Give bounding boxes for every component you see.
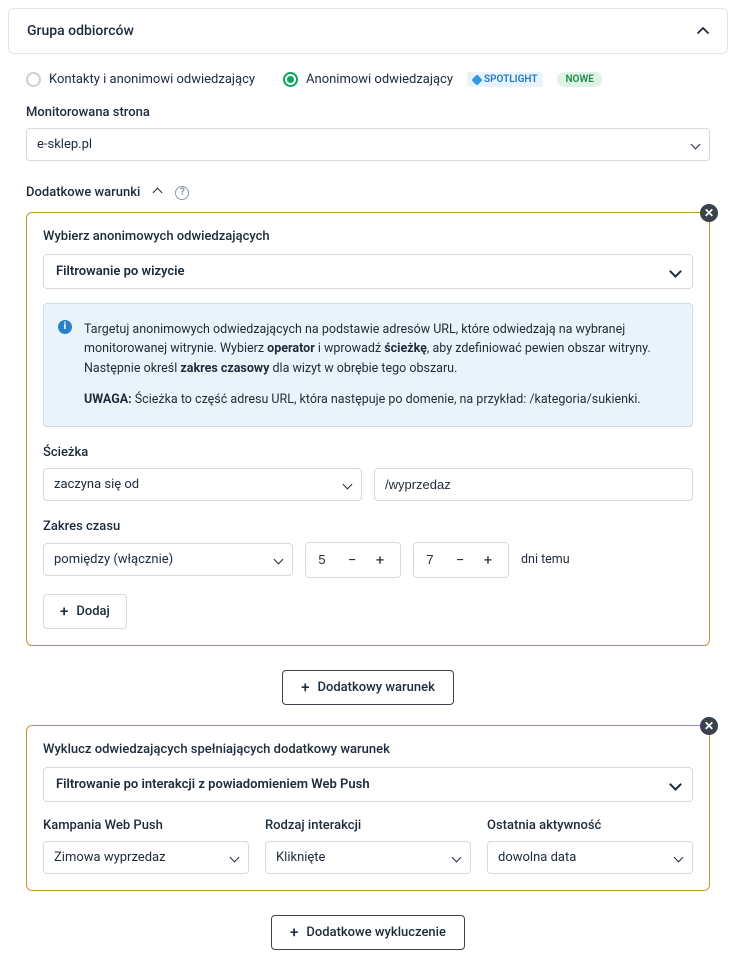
campaign-select[interactable]: Zimowa wyprzedaz <box>43 841 249 874</box>
time-unit-label: dni temu <box>521 552 570 567</box>
chevron-down-icon <box>274 555 284 565</box>
info-text-1: Targetuj anonimowych odwiedzających na p… <box>84 320 676 378</box>
select-value: Filtrowanie po wizycie <box>56 264 185 279</box>
radio-label: Anonimowi odwiedzający <box>306 72 453 87</box>
add-condition-button[interactable]: + Dodatkowy warunek <box>282 670 454 705</box>
collapse-toggle[interactable] <box>153 188 163 198</box>
campaign-label: Kampania Web Push <box>43 818 249 833</box>
radio-label: Kontakty i anonimowi odwiedzający <box>49 72 255 87</box>
path-operator-select[interactable]: zaczyna się od <box>43 468 362 501</box>
exclude-title: Wyklucz odwiedzających spełniających dod… <box>43 742 693 757</box>
monitored-site-label: Monitorowana strona <box>26 105 710 120</box>
time-range-label: Zakres czasu <box>43 519 693 534</box>
include-filter-select[interactable]: Filtrowanie po wizycie <box>43 254 693 289</box>
additional-conditions-header: Dodatkowe warunki ? <box>26 185 728 200</box>
chevron-up-icon <box>697 25 709 37</box>
select-value: dowolna data <box>498 850 576 865</box>
chevron-down-icon <box>230 852 240 862</box>
time-from-stepper: − + <box>305 542 401 578</box>
plus-icon: + <box>60 604 68 619</box>
select-value: Kliknięte <box>276 850 325 865</box>
path-label: Ścieżka <box>43 445 693 460</box>
radio-anon-only[interactable]: Anonimowi odwiedzający SPOTLIGHT NOWE <box>283 72 602 87</box>
monitored-site-select[interactable]: e-sklep.pl <box>26 128 710 161</box>
plus-icon: + <box>301 680 309 695</box>
time-from-input[interactable] <box>306 543 338 577</box>
add-path-button[interactable]: + Dodaj <box>43 594 127 629</box>
radio-icon <box>26 72 41 87</box>
plus-icon: + <box>290 925 298 940</box>
monitored-site-block: Monitorowana strona e-sklep.pl <box>8 105 728 161</box>
button-label: Dodatkowe wykluczenie <box>306 925 446 940</box>
time-to-stepper: − + <box>413 542 509 578</box>
chevron-down-icon <box>691 140 701 150</box>
panel-title: Grupa odbiorców <box>27 23 134 39</box>
include-title: Wybierz anonimowych odwiedzających <box>43 229 693 244</box>
stepper-minus[interactable]: − <box>338 543 366 577</box>
interaction-type-label: Rodzaj interakcji <box>265 818 471 833</box>
close-icon[interactable]: ✕ <box>700 717 718 735</box>
radio-icon <box>283 72 298 87</box>
last-activity-select[interactable]: dowolna data <box>487 841 693 874</box>
spotlight-badge: SPOTLIGHT <box>467 72 543 87</box>
stepper-plus[interactable]: + <box>474 543 502 577</box>
condition-exclude-box: ✕ Wyklucz odwiedzających spełniających d… <box>26 725 710 891</box>
select-value: zaczyna się od <box>54 477 139 492</box>
button-label: Dodatkowy warunek <box>317 680 434 695</box>
chevron-down-icon <box>669 265 682 278</box>
radio-contacts-and-anon[interactable]: Kontakty i anonimowi odwiedzający <box>26 72 255 87</box>
info-text-2: UWAGA: Ścieżka to część adresu URL, któr… <box>84 390 676 409</box>
exclude-filter-select[interactable]: Filtrowanie po interakcji z powiadomieni… <box>43 767 693 802</box>
last-activity-label: Ostatnia aktywność <box>487 818 693 833</box>
info-icon: i <box>58 320 72 334</box>
panel-header[interactable]: Grupa odbiorców <box>9 9 727 53</box>
time-operator-select[interactable]: pomiędzy (włącznie) <box>43 543 293 576</box>
add-exclusion-button[interactable]: + Dodatkowe wykluczenie <box>271 915 465 950</box>
button-label: Dodaj <box>76 604 109 619</box>
stepper-minus[interactable]: − <box>446 543 474 577</box>
audience-type-radios: Kontakty i anonimowi odwiedzający Anonim… <box>8 72 728 87</box>
chevron-down-icon <box>674 852 684 862</box>
additional-conditions-label: Dodatkowe warunki <box>26 185 140 200</box>
audience-panel: Grupa odbiorców <box>8 8 728 54</box>
help-icon[interactable]: ? <box>175 186 189 200</box>
select-value: Zimowa wyprzedaz <box>54 850 166 865</box>
new-badge: NOWE <box>557 72 601 87</box>
chevron-down-icon <box>452 852 462 862</box>
chevron-down-icon <box>669 778 682 791</box>
info-box: i Targetuj anonimowych odwiedzających na… <box>43 303 693 427</box>
condition-include-box: ✕ Wybierz anonimowych odwiedzających Fil… <box>26 212 710 646</box>
stepper-plus[interactable]: + <box>366 543 394 577</box>
select-value: pomiędzy (włącznie) <box>54 552 173 567</box>
select-value: e-sklep.pl <box>37 137 92 152</box>
chevron-down-icon <box>343 479 353 489</box>
interaction-type-select[interactable]: Kliknięte <box>265 841 471 874</box>
time-to-input[interactable] <box>414 543 446 577</box>
close-icon[interactable]: ✕ <box>700 204 718 222</box>
path-value-input[interactable] <box>374 468 693 501</box>
select-value: Filtrowanie po interakcji z powiadomieni… <box>56 777 370 792</box>
